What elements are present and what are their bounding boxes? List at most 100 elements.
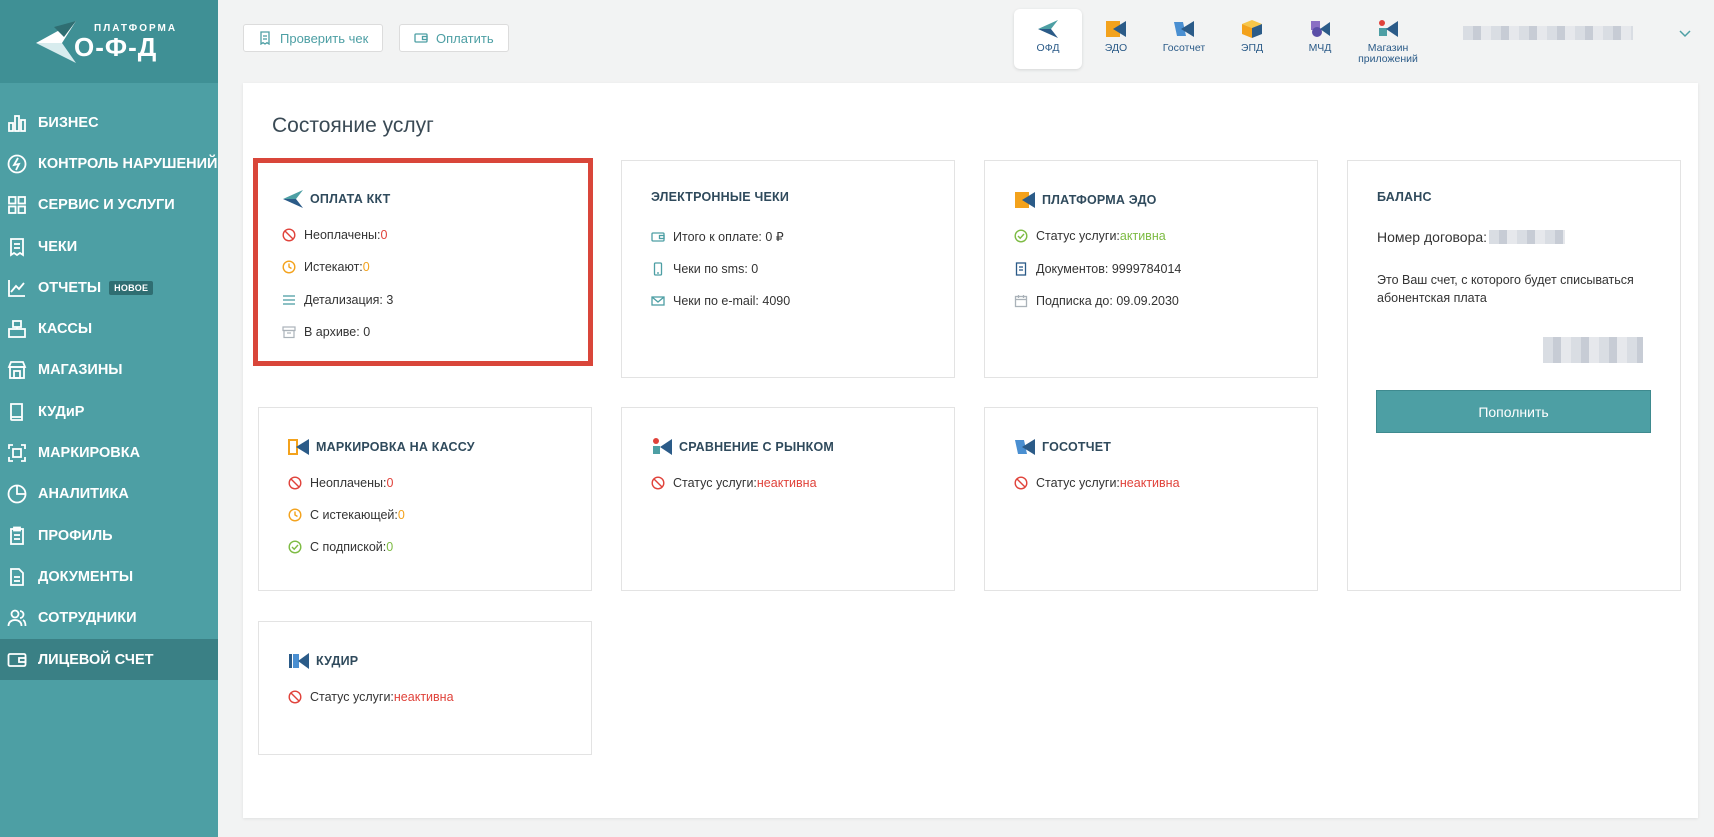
marking-subscribed-row[interactable]: С подпиской: 0 [288,540,393,554]
forbidden-icon [282,228,296,242]
card-title: БАЛАНС [1377,190,1432,204]
balance-description: Это Ваш счет, с которого будет списывать… [1377,273,1634,305]
row-text: Документов: 9999784014 [1036,262,1182,276]
logo-mark-icon [34,19,78,65]
gos-status-row: Статус услуги: неактивна [1014,476,1180,490]
chart-line-icon [6,277,28,299]
marking-icon [288,439,309,455]
receipt-icon [6,236,28,258]
card-gosotchet[interactable]: ГОСОТЧЕТ Статус услуги: неактивна [984,407,1318,591]
sidebar-item-stores[interactable]: МАГАЗИНЫ [0,350,218,391]
row-value: неактивна [756,476,817,490]
kkt-unpaid-row[interactable]: Неоплачены: 0 [282,228,387,242]
check-receipt-button[interactable]: Проверить чек [243,24,384,52]
sidebar-item-label: СОТРУДНИКИ [38,610,137,627]
row-value: 0 [362,260,370,274]
card-kkt-payment[interactable]: ОПЛАТА ККТ Неоплачены: 0 Истекают: 0 Дет… [253,158,593,366]
sidebar-item-label: КАССЫ [38,321,93,338]
sidebar-item-documents[interactable]: ДОКУМЕНТЫ [0,556,218,597]
row-text: В архиве: 0 [304,325,371,339]
receipt-icon [260,31,270,45]
card-title: МАРКИРОВКА НА КАССУ [288,437,475,457]
app-ofd[interactable]: ОФД [1014,9,1082,69]
echeck-email-row: Чеки по e-mail: 4090 [651,294,790,308]
chevron-down-icon[interactable] [1679,30,1691,38]
card-title-text: ПЛАТФОРМА ЭДО [1042,193,1157,207]
app-label: Госотчет [1162,42,1206,54]
row-text: Детализация: 3 [304,293,394,307]
top-up-button[interactable]: Пополнить [1376,390,1651,433]
sidebar-item-violations[interactable]: КОНТРОЛЬ НАРУШЕНИЙ [0,143,218,184]
grid-icon [6,194,28,216]
wallet-icon [651,230,665,244]
app-label: ЭПД [1240,42,1264,54]
card-title-text: БАЛАНС [1377,190,1432,204]
sidebar-item-cash-registers[interactable]: КАССЫ [0,308,218,349]
row-label: С подпиской: [310,540,387,554]
check-receipt-label: Проверить чек [280,30,369,46]
list-icon [282,293,296,307]
document-icon [1014,262,1028,276]
contract-number-redacted [1489,230,1566,244]
row-text: Итого к оплате: 0 ₽ [673,230,784,244]
card-market-comparison[interactable]: СРАВНЕНИЕ С РЫНКОМ Статус услуги: неакти… [621,407,955,591]
sidebar-item-profile[interactable]: ПРОФИЛЬ [0,515,218,556]
row-value: 0 [386,476,394,490]
logo[interactable]: ПЛАТФОРМА О-Ф-Д [0,0,218,83]
lightning-icon [6,153,28,175]
sidebar-item-label: КУДиР [38,403,85,420]
app-mchd[interactable]: МЧД [1286,9,1354,69]
page-title: Состояние услуг [272,114,434,137]
mchd-icon [1311,21,1330,37]
app-store[interactable]: Магазин приложений [1354,9,1422,69]
row-text: Подписка до: 09.09.2030 [1036,294,1179,308]
app-gosotchet[interactable]: Госотчет [1150,9,1218,69]
card-title: СРАВНЕНИЕ С РЫНКОМ [651,437,834,457]
sidebar-item-label: СЕРВИС И УСЛУГИ [38,197,175,214]
sidebar-item-services[interactable]: СЕРВИС И УСЛУГИ [0,185,218,226]
ofd-icon [1038,20,1058,38]
sidebar-item-analytics[interactable]: АНАЛИТИКА [0,474,218,515]
sidebar-item-employees[interactable]: СОТРУДНИКИ [0,598,218,639]
ofd-icon [283,190,303,208]
row-value: неактивна [1119,476,1180,490]
card-kudir[interactable]: КУДИР Статус услуги: неактивна [258,621,592,755]
wallet-icon [414,33,428,43]
pie-chart-icon [6,483,28,505]
sidebar-item-checks[interactable]: ЧЕКИ [0,226,218,267]
gosotchet-icon [1174,21,1194,37]
balance-amount-redacted [1543,337,1643,363]
marking-expiring-row[interactable]: С истекающей: 0 [288,508,405,522]
app-label: Магазин приложений [1358,42,1418,66]
sidebar-item-label: ОТЧЕТЫ [38,279,102,296]
edo-subscription-row: Подписка до: 09.09.2030 [1014,294,1179,308]
kkt-detail-row[interactable]: Детализация: 3 [282,293,393,307]
app-epd[interactable]: ЭПД [1218,9,1286,69]
sidebar-item-reports[interactable]: ОТЧЕТЫ НОВОЕ [0,267,218,308]
market-status-row: Статус услуги: неактивна [651,476,817,490]
logo-big-text: О-Ф-Д [74,31,158,62]
sidebar-item-kudir[interactable]: КУДиР [0,391,218,432]
sidebar: ПЛАТФОРМА О-Ф-Д БИЗНЕС КОНТРОЛЬ НАРУШЕНИ… [0,0,218,837]
row-label: Неоплачены: [304,228,381,242]
sidebar-item-marking[interactable]: МАРКИРОВКА [0,432,218,473]
user-account-redacted[interactable] [1463,24,1643,44]
sidebar-item-label: ЧЕКИ [38,238,78,255]
card-electronic-checks[interactable]: ЭЛЕКТРОННЫЕ ЧЕКИ Итого к оплате: 0 ₽ Чек… [621,160,955,378]
sidebar-item-label: ЛИЦЕВОЙ СЧЕТ [38,651,154,668]
kkt-archive-row[interactable]: В архиве: 0 [282,325,370,339]
row-value: неактивна [393,690,454,704]
store-icon [6,359,28,381]
row-label: Статус услуги: [1036,476,1120,490]
sidebar-item-account[interactable]: ЛИЦЕВОЙ СЧЕТ [0,638,218,681]
app-edo[interactable]: ЭДО [1082,9,1150,69]
archive-icon [282,325,296,339]
forbidden-icon [651,476,665,490]
pay-button[interactable]: Оплатить [399,24,509,52]
card-edo-platform[interactable]: ПЛАТФОРМА ЭДО Статус услуги: активна Док… [984,160,1318,378]
app-label: МЧД [1308,42,1332,54]
marking-unpaid-row[interactable]: Неоплачены: 0 [288,476,393,490]
kkt-expiring-row[interactable]: Истекают: 0 [282,260,370,274]
sidebar-item-business[interactable]: БИЗНЕС [0,102,218,143]
card-marking[interactable]: МАРКИРОВКА НА КАССУ Неоплачены: 0 С исте… [258,407,592,591]
